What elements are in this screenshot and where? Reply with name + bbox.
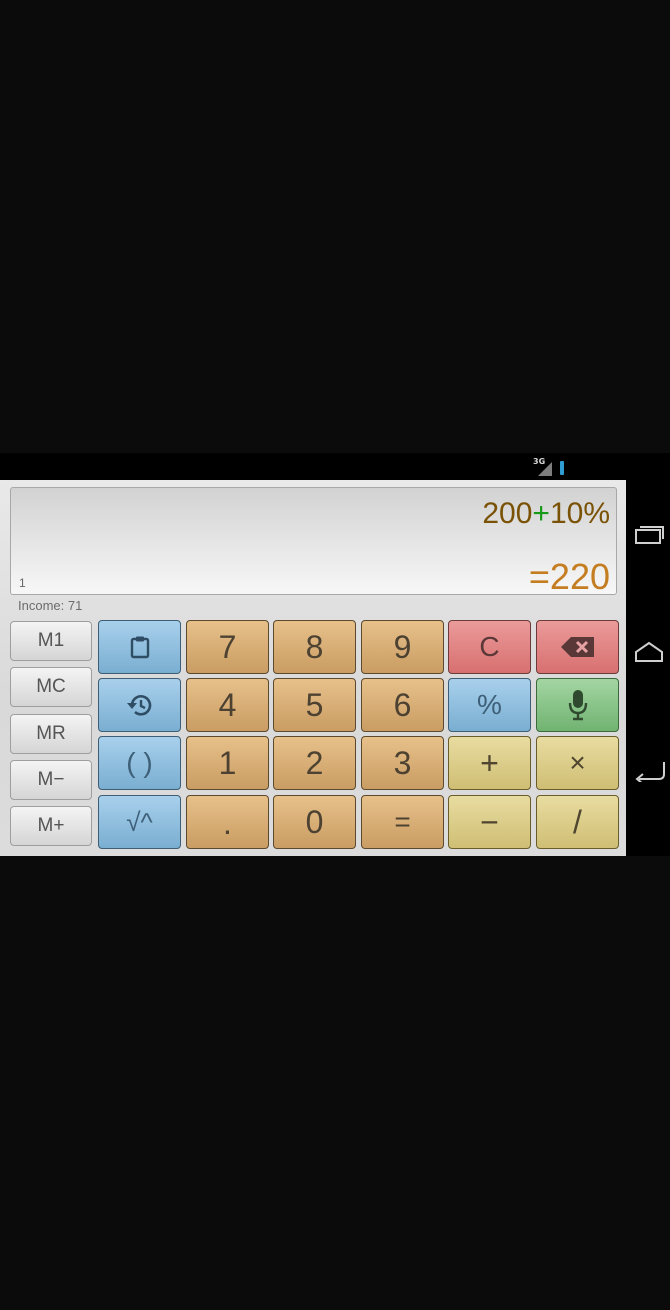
microphone-icon	[568, 690, 587, 721]
memory-minus-button[interactable]: M−	[10, 760, 92, 800]
digit-6-button[interactable]: 6	[361, 678, 444, 732]
equals-button[interactable]: =	[361, 795, 444, 849]
digit-7-button[interactable]: 7	[186, 620, 269, 674]
minus-button[interactable]: −	[448, 795, 531, 849]
history-button[interactable]	[98, 678, 181, 732]
status-bar: 3G	[0, 453, 670, 480]
memory-m1-button[interactable]: M1	[10, 621, 92, 661]
digit-9-button[interactable]: 9	[361, 620, 444, 674]
digit-1-button[interactable]: 1	[186, 736, 269, 790]
parentheses-button[interactable]: ( )	[98, 736, 181, 790]
voice-input-button[interactable]	[536, 678, 619, 732]
line-number: 1	[19, 576, 26, 590]
calculator-app: 200+10% =220 1 Income: 71 M1 MC MR M− M+…	[0, 480, 626, 856]
divide-button[interactable]: /	[536, 795, 619, 849]
multiply-button[interactable]: ×	[536, 736, 619, 790]
battery-icon	[560, 461, 564, 475]
expression-tail: 10%	[549, 497, 610, 530]
navigation-bar	[626, 480, 670, 856]
history-icon	[126, 695, 151, 716]
clear-button[interactable]: C	[448, 620, 531, 674]
digit-8-button[interactable]: 8	[273, 620, 356, 674]
income-label[interactable]: Income: 71	[18, 598, 82, 613]
backspace-button[interactable]	[536, 620, 619, 674]
clipboard-icon	[130, 636, 149, 659]
expression-operand: 200	[482, 497, 533, 530]
expression-text: 200+10%	[482, 497, 610, 531]
digit-5-button[interactable]: 5	[273, 678, 356, 732]
digit-3-button[interactable]: 3	[361, 736, 444, 790]
expression-operator: +	[532, 497, 550, 530]
memory-plus-button[interactable]: M+	[10, 806, 92, 846]
digit-0-button[interactable]: 0	[273, 795, 356, 849]
signal-icon	[538, 462, 552, 476]
digit-2-button[interactable]: 2	[273, 736, 356, 790]
plus-button[interactable]: +	[448, 736, 531, 790]
display-panel: 200+10% =220 1	[10, 487, 617, 597]
back-icon[interactable]	[633, 758, 667, 782]
digit-4-button[interactable]: 4	[186, 678, 269, 732]
home-icon[interactable]	[633, 640, 665, 664]
recent-apps-icon[interactable]	[633, 524, 665, 546]
backspace-icon	[560, 637, 594, 657]
result-text: =220	[528, 556, 610, 597]
memory-recall-button[interactable]: MR	[10, 714, 92, 754]
percent-button[interactable]: %	[448, 678, 531, 732]
decimal-point-button[interactable]: .	[186, 795, 269, 849]
root-power-button[interactable]: √^	[98, 795, 181, 849]
clipboard-button[interactable]	[98, 620, 181, 674]
memory-clear-button[interactable]: MC	[10, 667, 92, 707]
